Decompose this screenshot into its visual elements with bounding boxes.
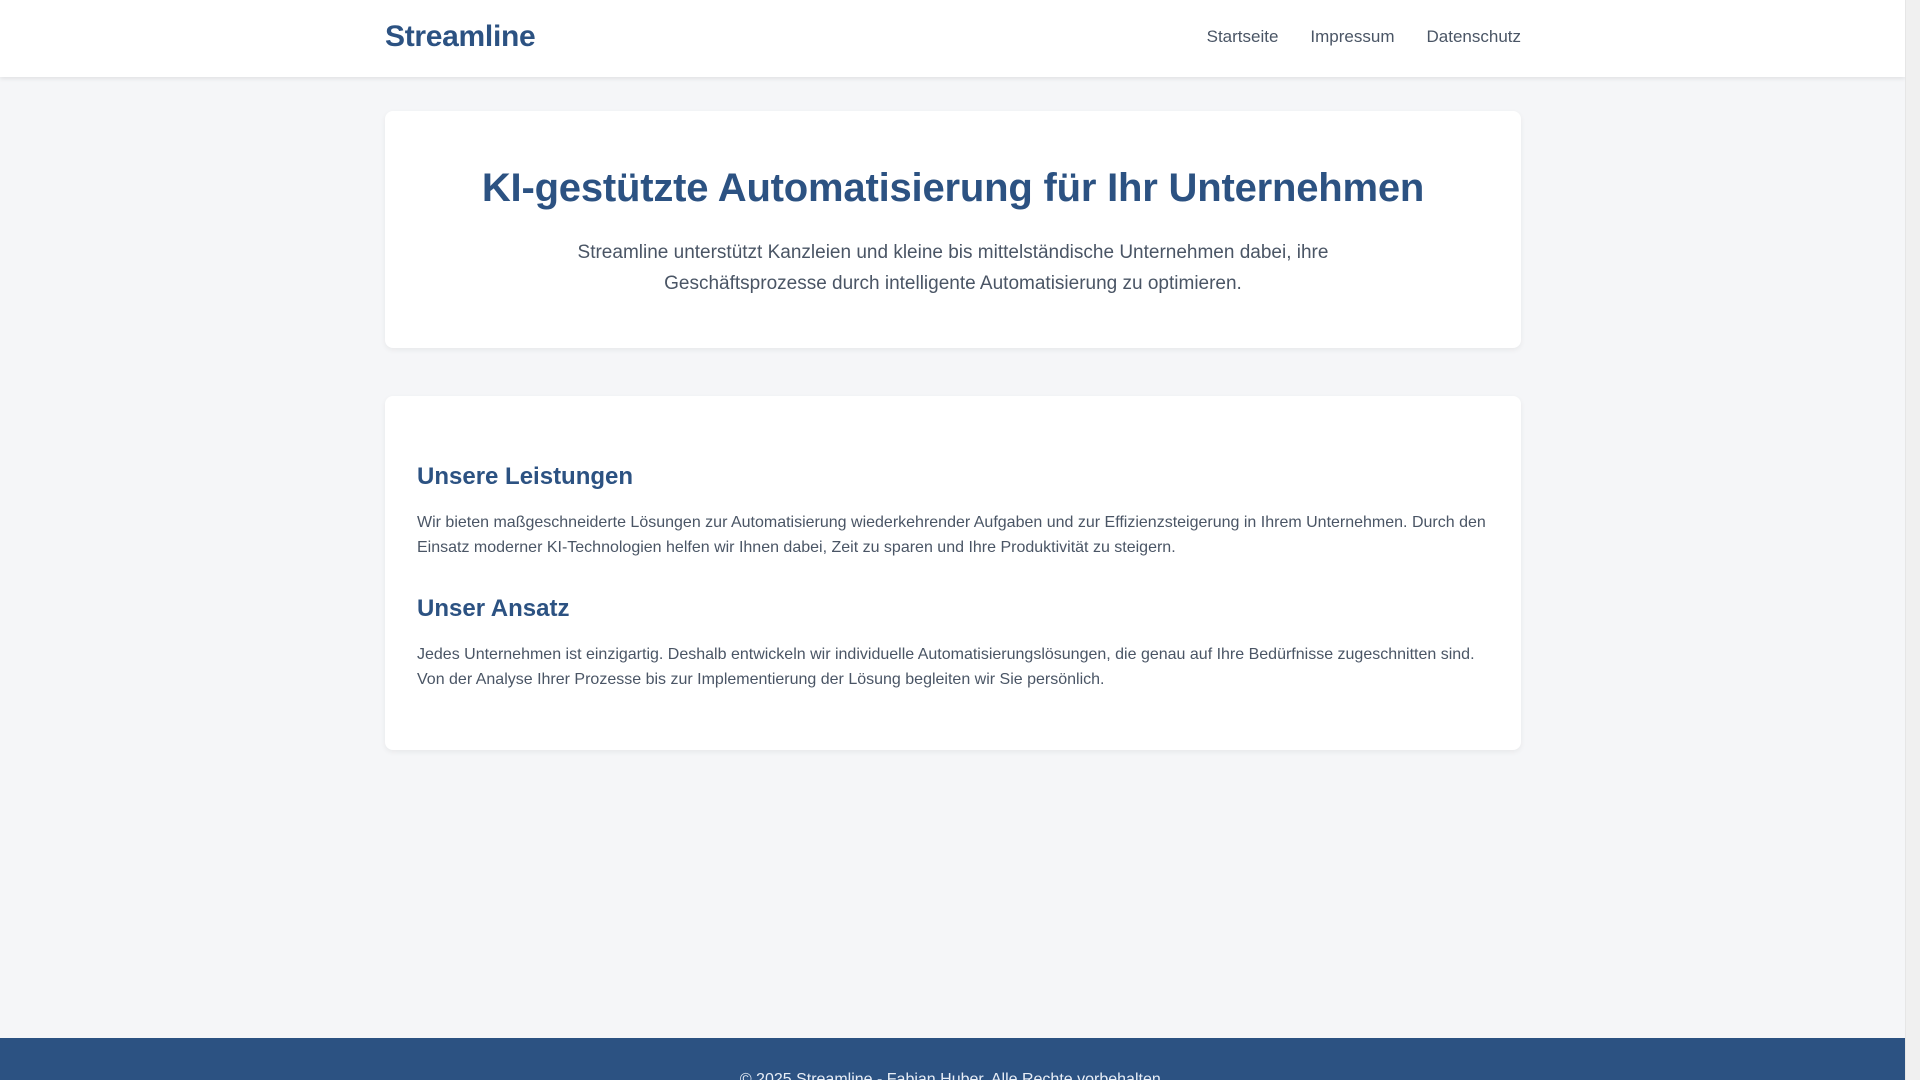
section-heading-leistungen: Unsere Leistungen <box>417 463 634 490</box>
nav-link-startseite[interactable]: Startseite <box>1207 27 1279 47</box>
nav-link-datenschutz[interactable]: Datenschutz <box>1427 27 1522 47</box>
site-logo[interactable]: Streamline <box>385 20 536 54</box>
vertical-scrollbar[interactable] <box>1905 0 1920 1080</box>
footer-copyright: © 2025 Streamline - Fabian Huber. Alle R… <box>739 1071 1166 1080</box>
hero-text: Streamline unterstützt Kanzleien und kle… <box>577 242 1329 294</box>
section-text-ansatz: Jedes Unternehmen ist einzigartig. Desha… <box>417 646 1475 688</box>
hero-card: KI-gestützte Automatisierung für Ihr Unt… <box>385 111 1521 348</box>
section-text-leistungen: Wir bieten maßgeschneiderte Lösungen zur… <box>417 514 1486 556</box>
main-nav: Startseite Impressum Datenschutz <box>1207 27 1521 47</box>
site-footer: © 2025 Streamline - Fabian Huber. Alle R… <box>0 1038 1905 1080</box>
page: Streamline Startseite Impressum Datensch… <box>0 0 1905 1080</box>
hero-title: KI-gestützte Automatisierung für Ihr Unt… <box>481 166 1425 210</box>
content-inner: Unsere Leistungen Wir bieten maßgeschnei… <box>417 462 1489 726</box>
nav-link-impressum[interactable]: Impressum <box>1310 27 1394 47</box>
content-card: Unsere Leistungen Wir bieten maßgeschnei… <box>385 396 1521 750</box>
site-header: Streamline Startseite Impressum Datensch… <box>0 0 1905 77</box>
section-heading-ansatz: Unser Ansatz <box>417 595 570 622</box>
